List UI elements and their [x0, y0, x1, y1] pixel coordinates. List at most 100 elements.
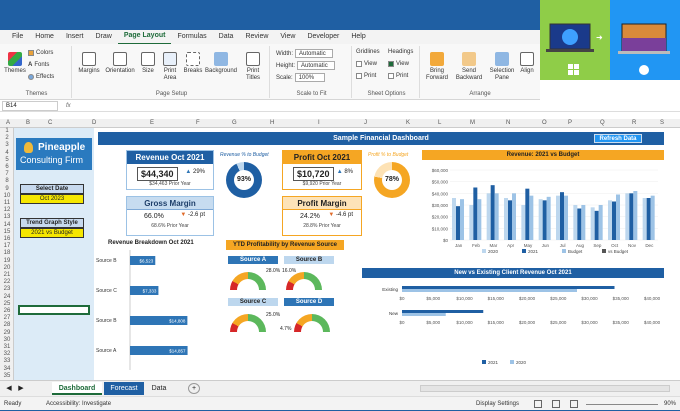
column-header[interactable]: B	[26, 119, 30, 128]
menu-view[interactable]: View	[274, 30, 301, 44]
normal-view-icon[interactable]	[534, 400, 542, 408]
tab-dashboard[interactable]: Dashboard	[52, 382, 102, 395]
page-layout-view-icon[interactable]	[552, 400, 560, 408]
column-header[interactable]: H	[270, 119, 274, 128]
row-header[interactable]: 29	[0, 330, 14, 337]
menu-developer[interactable]: Developer	[301, 30, 345, 44]
send-backward-button[interactable]: Send Backward	[454, 52, 484, 82]
column-header[interactable]: J	[364, 119, 367, 128]
bring-forward-button[interactable]: Bring Forward	[424, 52, 450, 82]
menu-page-layout[interactable]: Page Layout	[117, 29, 172, 45]
headings-print-checkbox[interactable]: Print	[388, 73, 408, 79]
background-button[interactable]: Background	[204, 52, 238, 75]
row-header[interactable]: 14	[0, 222, 14, 229]
menu-file[interactable]: File	[6, 30, 29, 44]
column-header[interactable]: E	[150, 119, 154, 128]
row-header[interactable]: 10	[0, 193, 14, 200]
fx-icon[interactable]: fx	[66, 103, 71, 109]
zoom-slider[interactable]	[586, 404, 658, 405]
row-header[interactable]: 33	[0, 358, 14, 365]
accessibility-status[interactable]: Accessibility: Investigate	[46, 397, 111, 411]
selected-cell[interactable]	[18, 305, 90, 315]
row-header[interactable]: 30	[0, 337, 14, 344]
row-header[interactable]: 32	[0, 351, 14, 358]
column-header[interactable]: K	[406, 119, 410, 128]
tab-next-icon[interactable]: ▶	[14, 382, 28, 395]
selection-pane-button[interactable]: Selection Pane	[488, 52, 516, 82]
trend-style-dropdown[interactable]: 2021 vs Budget	[20, 228, 84, 238]
menu-draw[interactable]: Draw	[89, 30, 117, 44]
row-header[interactable]: 25	[0, 301, 14, 308]
menu-data[interactable]: Data	[213, 30, 240, 44]
column-header[interactable]: N	[506, 119, 510, 128]
row-header[interactable]: 18	[0, 250, 14, 257]
row-header[interactable]: 34	[0, 366, 14, 373]
zoom-level[interactable]: 90%	[664, 397, 676, 411]
height-select[interactable]: Automatic	[297, 61, 336, 70]
colors-button[interactable]: Colors	[28, 50, 53, 56]
horizontal-scrollbar[interactable]	[420, 385, 670, 392]
column-header[interactable]: L	[438, 119, 441, 128]
column-header[interactable]: Q	[600, 119, 605, 128]
column-header[interactable]: R	[632, 119, 636, 128]
margins-button[interactable]: Margins	[76, 52, 102, 75]
row-header[interactable]: 12	[0, 207, 14, 214]
row-header[interactable]: 27	[0, 315, 14, 322]
row-header[interactable]: 15	[0, 229, 14, 236]
row-header[interactable]: 5	[0, 157, 14, 164]
row-header[interactable]: 6	[0, 164, 14, 171]
menu-formulas[interactable]: Formulas	[171, 30, 212, 44]
menu-insert[interactable]: Insert	[60, 30, 90, 44]
column-header[interactable]: C	[48, 119, 52, 128]
row-header[interactable]: 19	[0, 258, 14, 265]
row-header[interactable]: 28	[0, 322, 14, 329]
column-header[interactable]: A	[6, 119, 10, 128]
align-button[interactable]: Align	[518, 52, 536, 75]
fonts-button[interactable]: A Fonts	[28, 62, 49, 68]
print-titles-button[interactable]: Print Titles	[240, 52, 266, 82]
display-settings[interactable]: Display Settings	[476, 397, 519, 411]
add-sheet-icon[interactable]: +	[188, 383, 200, 394]
column-header[interactable]: F	[196, 119, 200, 128]
gridlines-view-checkbox[interactable]: View	[356, 61, 377, 67]
gridlines-print-checkbox[interactable]: Print	[356, 73, 376, 79]
print-area-button[interactable]: Print Area	[160, 52, 180, 82]
row-header[interactable]: 8	[0, 178, 14, 185]
row-header[interactable]: 9	[0, 186, 14, 193]
refresh-data-button[interactable]: Refresh Data	[594, 134, 642, 143]
row-header[interactable]: 16	[0, 236, 14, 243]
tab-data[interactable]: Data	[146, 382, 172, 395]
row-header[interactable]: 31	[0, 344, 14, 351]
row-header[interactable]: 20	[0, 265, 14, 272]
menu-review[interactable]: Review	[239, 30, 274, 44]
column-header[interactable]: P	[568, 119, 572, 128]
row-header[interactable]: 4	[0, 150, 14, 157]
row-header[interactable]: 21	[0, 272, 14, 279]
size-button[interactable]: Size	[138, 52, 158, 75]
page-break-view-icon[interactable]	[570, 400, 578, 408]
row-header[interactable]: 26	[0, 308, 14, 315]
row-header[interactable]: 23	[0, 286, 14, 293]
row-header[interactable]: 3	[0, 142, 14, 149]
themes-button[interactable]: Themes	[4, 52, 26, 75]
width-select[interactable]: Automatic	[295, 49, 334, 58]
effects-button[interactable]: Effects	[28, 74, 54, 80]
row-header[interactable]: 24	[0, 294, 14, 301]
scale-input[interactable]: 100%	[294, 73, 325, 82]
row-header[interactable]: 11	[0, 200, 14, 207]
column-header[interactable]: G	[232, 119, 237, 128]
column-header[interactable]: O	[542, 119, 547, 128]
tab-forecast[interactable]: Forecast	[104, 382, 144, 395]
menu-home[interactable]: Home	[29, 30, 60, 44]
row-header[interactable]: 1	[0, 128, 14, 135]
select-date-dropdown[interactable]: Oct 2023	[20, 194, 84, 204]
row-header[interactable]: 17	[0, 243, 14, 250]
row-header[interactable]: 13	[0, 214, 14, 221]
menu-help[interactable]: Help	[345, 30, 371, 44]
orientation-button[interactable]: Orientation	[104, 52, 136, 75]
column-header[interactable]: S	[660, 119, 664, 128]
row-header[interactable]: 22	[0, 279, 14, 286]
row-header[interactable]: 2	[0, 135, 14, 142]
column-header[interactable]: D	[92, 119, 96, 128]
column-header[interactable]: I	[318, 119, 320, 128]
